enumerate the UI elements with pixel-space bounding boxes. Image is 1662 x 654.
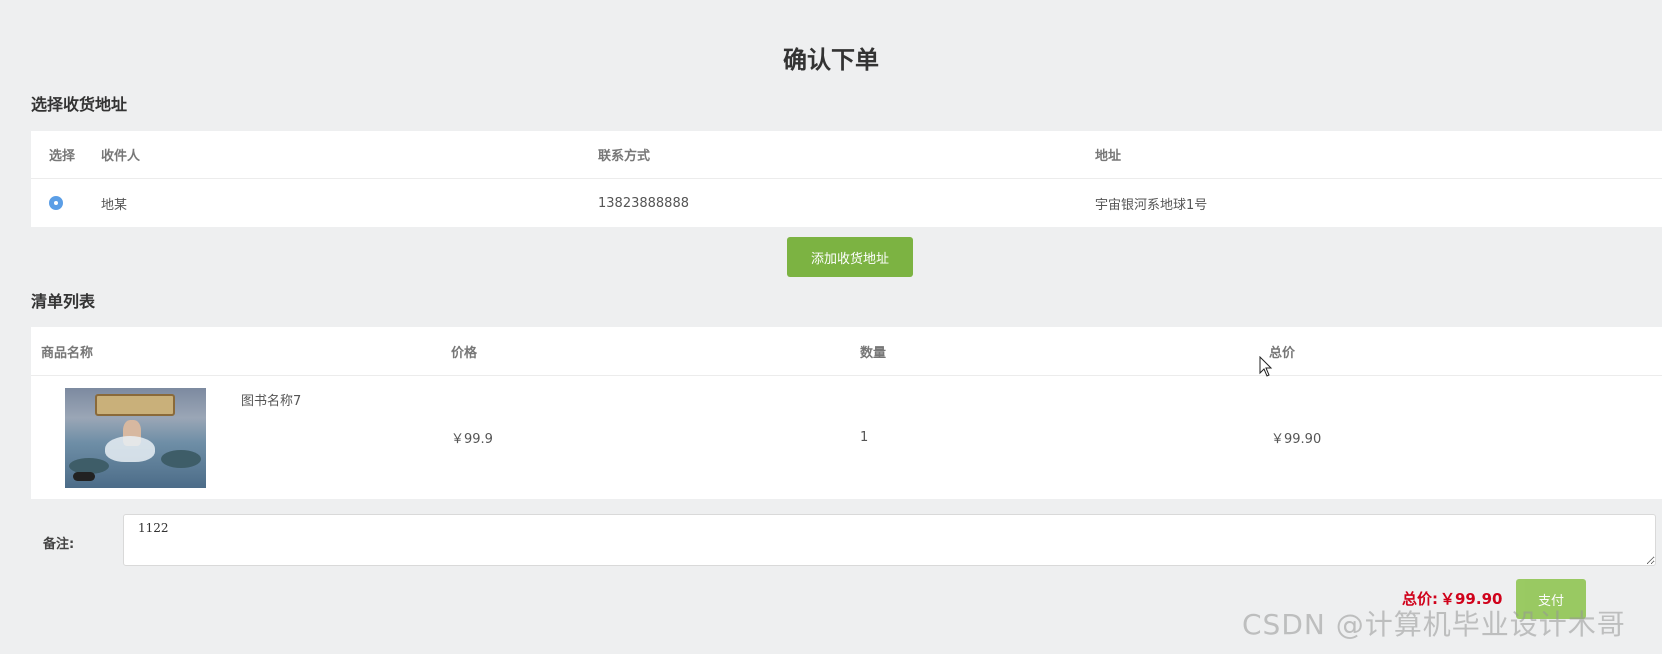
col-contact-header: 联系方式 bbox=[598, 149, 651, 164]
address-receiver: 地某 bbox=[101, 197, 128, 213]
item-table-header: 商品名称 价格 数量 总价 bbox=[31, 327, 1662, 376]
item-total: ￥99.90 bbox=[1271, 432, 1322, 447]
watermark-text: CSDN @计算机毕业设计木哥 bbox=[1242, 608, 1626, 641]
address-radio[interactable] bbox=[49, 196, 63, 210]
address-text: 宇宙银河系地球1号 bbox=[1095, 197, 1208, 213]
item-price: ￥99.9 bbox=[451, 432, 493, 447]
address-row[interactable]: 地某 13823888888 宇宙银河系地球1号 bbox=[31, 179, 1662, 227]
address-table: 选择 收件人 联系方式 地址 地某 13823888888 宇宙银河系地球1号 bbox=[31, 131, 1662, 227]
book-cover-image[interactable] bbox=[65, 388, 206, 488]
add-address-button[interactable]: 添加收货地址 bbox=[787, 237, 913, 277]
page-title: 确认下单 bbox=[783, 46, 879, 74]
col-address-header: 地址 bbox=[1095, 149, 1122, 164]
address-contact: 13823888888 bbox=[598, 195, 689, 211]
col-name-header: 商品名称 bbox=[41, 345, 94, 361]
item-table: 商品名称 价格 数量 总价 图书名称7 ￥99.9 1 ￥99.90 bbox=[31, 327, 1662, 499]
mouse-pointer-icon bbox=[1259, 356, 1273, 377]
item-row: 图书名称7 ￥99.9 1 ￥99.90 bbox=[31, 376, 1662, 499]
col-price-header: 价格 bbox=[451, 345, 478, 361]
address-select-cell bbox=[49, 179, 63, 227]
list-section-title: 清单列表 bbox=[31, 292, 96, 311]
remark-textarea[interactable]: 1122 bbox=[123, 514, 1656, 566]
col-receiver-header: 收件人 bbox=[101, 149, 141, 164]
item-quantity: 1 bbox=[860, 430, 869, 445]
item-name[interactable]: 图书名称7 bbox=[241, 390, 301, 409]
order-confirm-page: 确认下单 选择收货地址 选择 收件人 联系方式 地址 地某 1382388888… bbox=[0, 0, 1662, 654]
col-select-header: 选择 bbox=[49, 149, 76, 164]
col-quantity-header: 数量 bbox=[860, 345, 887, 361]
address-section-title: 选择收货地址 bbox=[31, 95, 128, 114]
address-table-header: 选择 收件人 联系方式 地址 bbox=[31, 131, 1662, 179]
remark-label: 备注: bbox=[43, 537, 75, 552]
